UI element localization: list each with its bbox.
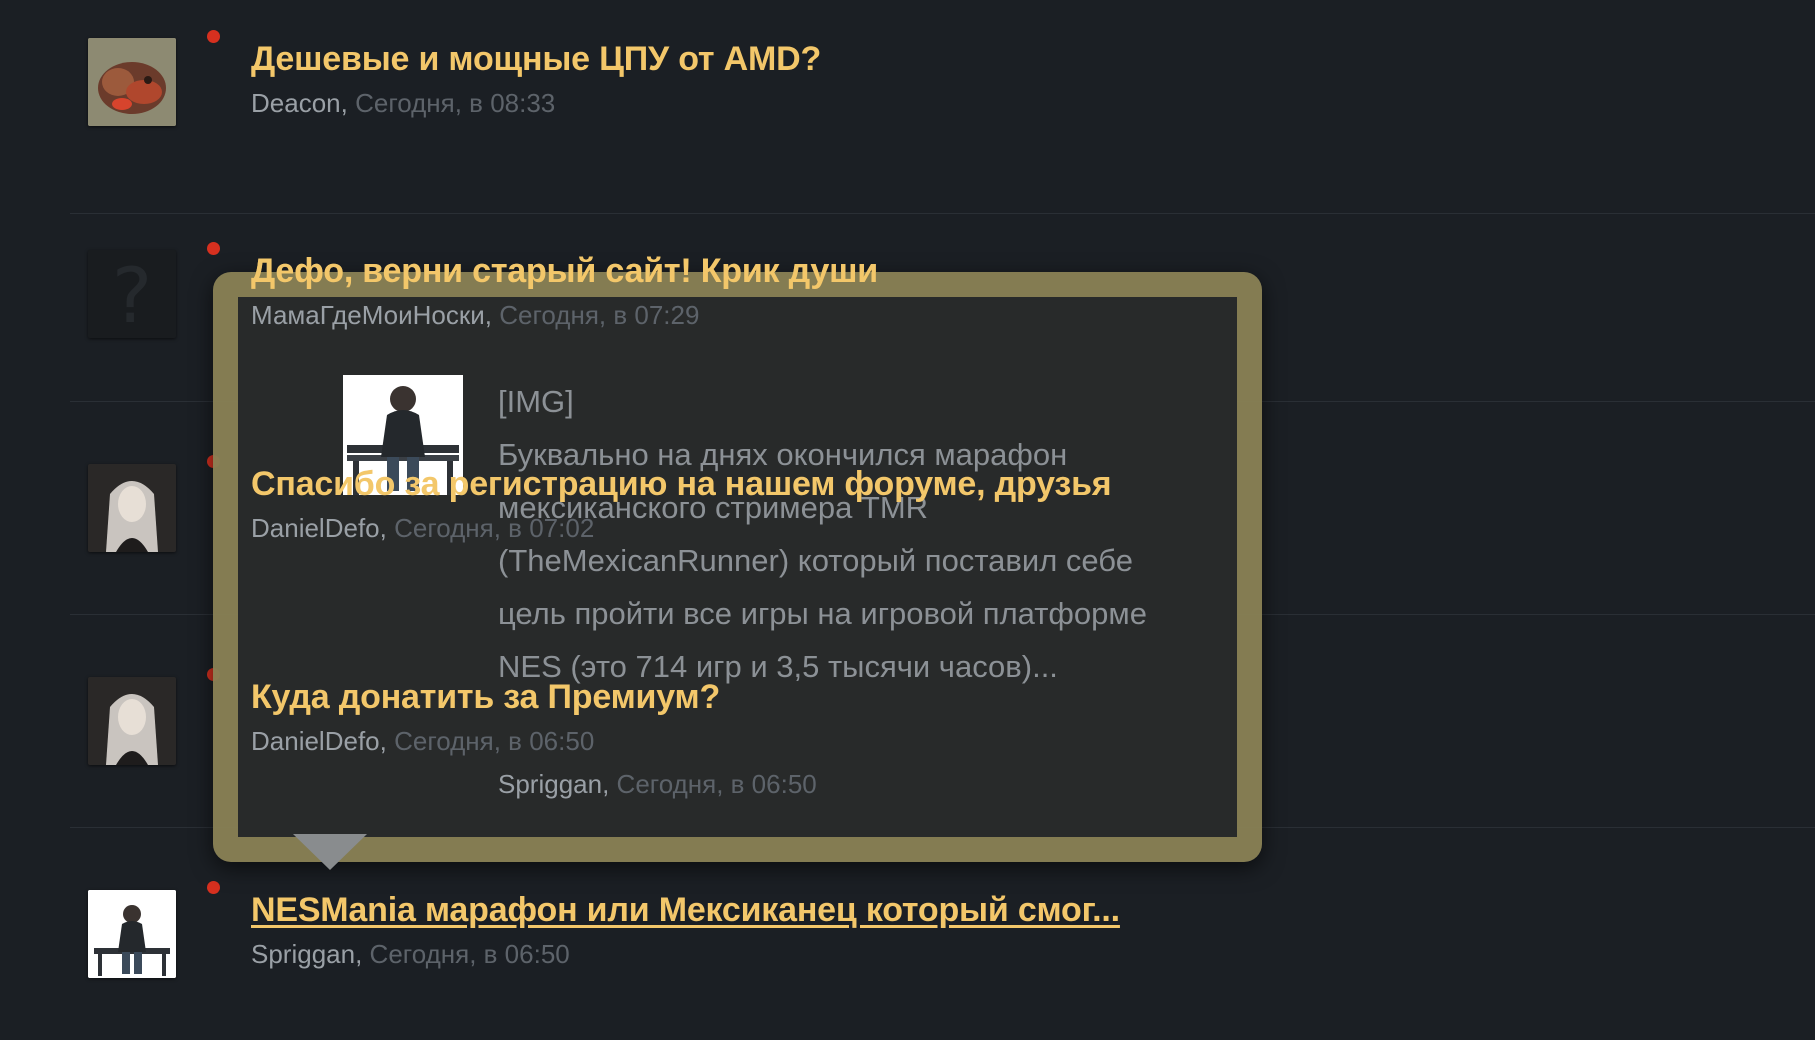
thread-date[interactable]: Сегодня, в 07:29	[499, 300, 699, 330]
thread-author[interactable]: DanielDefo,	[251, 513, 387, 543]
thread-meta-overlay: МамаГдеМоиНоски, Сегодня, в 07:29	[251, 300, 699, 331]
thread-title[interactable]: NESMania марафон или Мексиканец который …	[251, 891, 1120, 930]
thread-meta: DanielDefo, Сегодня, в 07:02	[251, 513, 594, 544]
thread-meta: DanielDefo, Сегодня, в 06:50	[251, 726, 594, 757]
wolf-avatar[interactable]	[88, 38, 176, 126]
thread-author[interactable]: Spriggan,	[251, 939, 362, 969]
preview-img-tag: [IMG]	[498, 384, 574, 419]
thread-author[interactable]: МамаГдеМоиНоски,	[251, 300, 492, 330]
sitting-man-avatar[interactable]	[88, 890, 176, 978]
thread-meta: Deacon, Сегодня, в 08:33	[251, 88, 555, 119]
thread-author[interactable]: DanielDefo,	[251, 726, 387, 756]
thread-title-overlay[interactable]: Дефо, верни старый сайт! Крик души	[251, 252, 878, 291]
white-hair-avatar[interactable]	[88, 677, 176, 765]
preview-meta: Spriggan, Сегодня, в 06:50	[498, 769, 817, 800]
question-mark-avatar[interactable]: ?	[88, 250, 176, 338]
unread-dot	[207, 881, 220, 894]
thread-title[interactable]: Спасибо за регистрацию на нашем форуме, …	[251, 465, 1112, 504]
unread-dot	[207, 30, 220, 43]
thread-meta: Spriggan, Сегодня, в 06:50	[251, 939, 570, 970]
preview-date[interactable]: Сегодня, в 06:50	[617, 769, 817, 799]
thread-preview-popup: [IMG] Буквально на днях окончился марафо…	[213, 272, 1262, 870]
preview-text: [IMG] Буквально на днях окончился марафо…	[498, 375, 1198, 693]
thread-date[interactable]: Сегодня, в 06:50	[394, 726, 594, 756]
thread-row: Дешевые и мощные ЦПУ от AMD? Deacon, Сег…	[70, 0, 1815, 214]
svg-text:?: ?	[112, 251, 152, 338]
popup-pointer-arrow	[293, 834, 367, 870]
preview-author[interactable]: Spriggan,	[498, 769, 609, 799]
thread-date[interactable]: Сегодня, в 08:33	[355, 88, 555, 118]
thread-date[interactable]: Сегодня, в 06:50	[370, 939, 570, 969]
thread-title[interactable]: Дешевые и мощные ЦПУ от AMD?	[251, 40, 821, 79]
unread-dot	[207, 242, 220, 255]
white-hair-avatar[interactable]	[88, 464, 176, 552]
thread-author[interactable]: Deacon,	[251, 88, 348, 118]
thread-title[interactable]: Куда донатить за Премиум?	[251, 678, 720, 717]
thread-date[interactable]: Сегодня, в 07:02	[394, 513, 594, 543]
